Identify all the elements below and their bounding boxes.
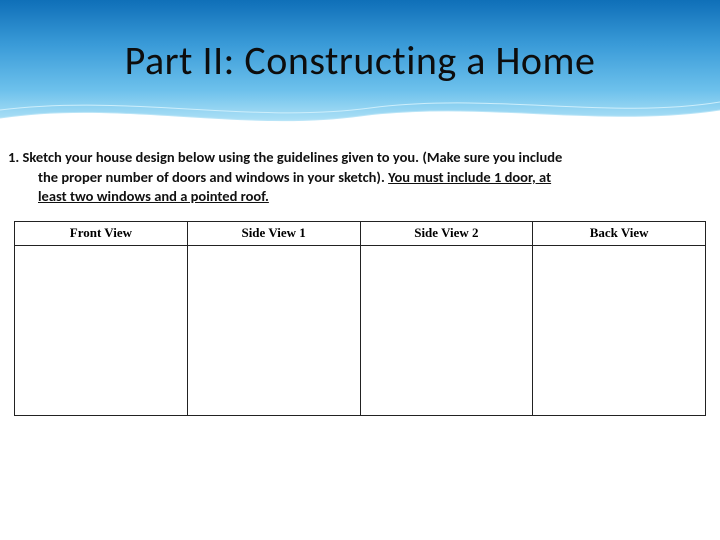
instruction-text: 1. Sketch your house design below using …: [6, 148, 714, 207]
col-front-view: Front View: [15, 221, 188, 245]
table-header-row: Front View Side View 1 Side View 2 Back …: [15, 221, 706, 245]
slide-title: Part II: Constructing a Home: [0, 36, 720, 85]
cell-back-view: [533, 245, 706, 415]
instruction-req-a: You must include 1 door, at: [388, 168, 551, 186]
instruction-line1a: Sketch your house design below using the…: [23, 148, 563, 166]
cell-front-view: [15, 245, 188, 415]
cell-side-view-1: [187, 245, 360, 415]
instruction-number: 1.: [8, 148, 19, 166]
instruction-line2: the proper number of doors and windows i…: [38, 168, 388, 186]
instruction-req-b: least two windows and a pointed roof.: [38, 187, 269, 205]
views-table: Front View Side View 1 Side View 2 Back …: [14, 221, 706, 416]
col-side-view-1: Side View 1: [187, 221, 360, 245]
cell-side-view-2: [360, 245, 533, 415]
title-banner: Part II: Constructing a Home: [0, 0, 720, 130]
content-area: 1. Sketch your house design below using …: [0, 130, 720, 416]
col-side-view-2: Side View 2: [360, 221, 533, 245]
col-back-view: Back View: [533, 221, 706, 245]
views-table-wrap: Front View Side View 1 Side View 2 Back …: [14, 221, 706, 416]
table-row: [15, 245, 706, 415]
wave-decoration: [0, 90, 720, 130]
